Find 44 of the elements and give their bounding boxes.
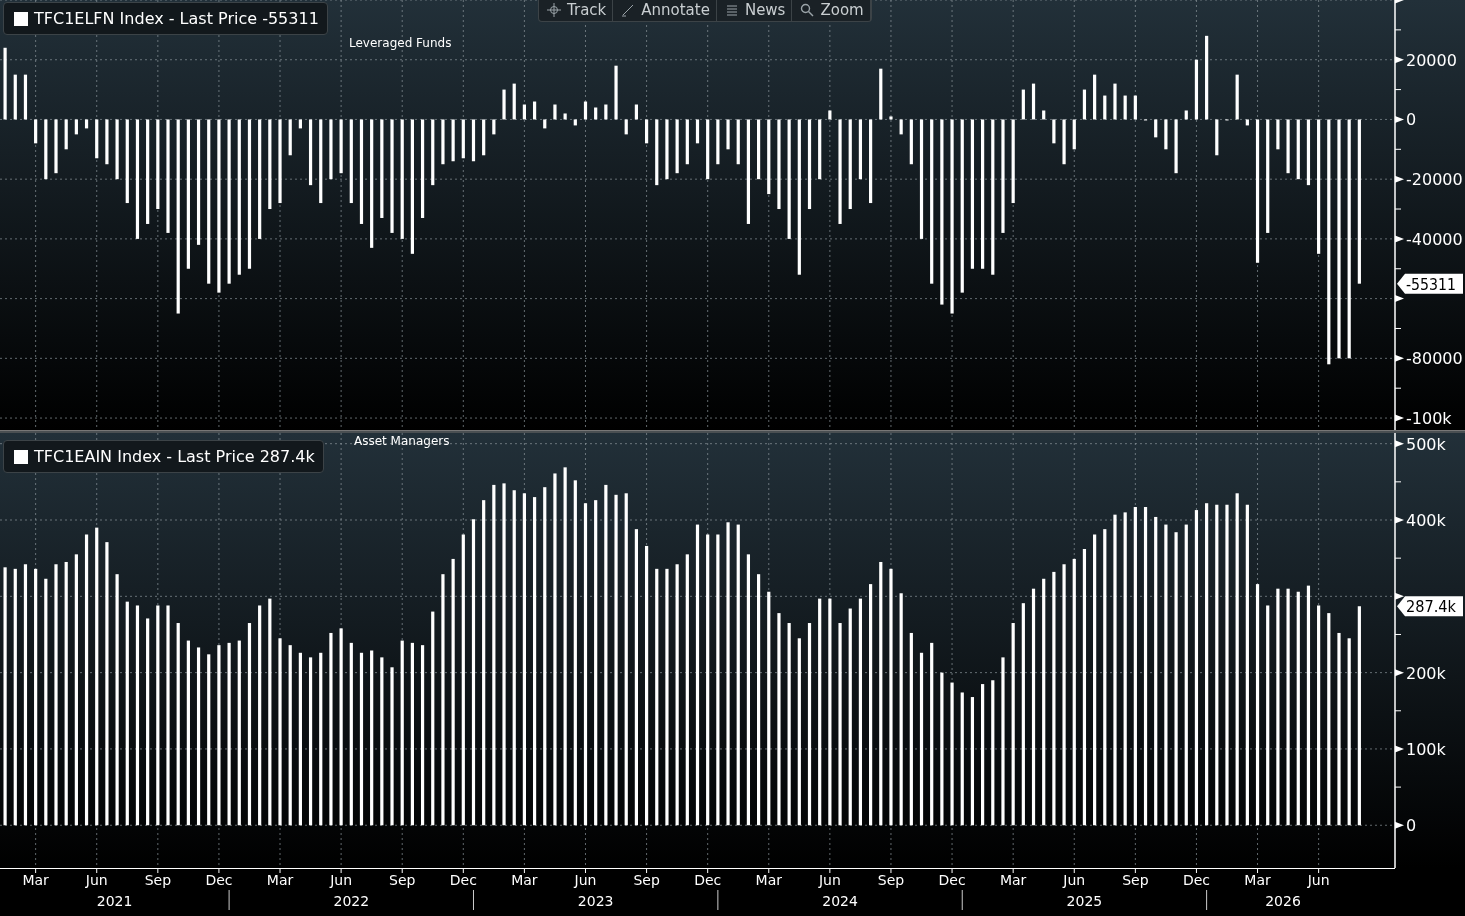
year-label: 2025 bbox=[1066, 893, 1103, 909]
axis-label: 400k bbox=[1406, 511, 1446, 530]
month-label: Mar bbox=[22, 872, 49, 888]
month-label: Jun bbox=[1307, 872, 1330, 888]
year-label: 2021 bbox=[96, 893, 133, 909]
month-label: Jun bbox=[1063, 872, 1086, 888]
month-label: Sep bbox=[144, 872, 171, 888]
month-label: Sep bbox=[877, 872, 905, 888]
legend-label: TFC1ELFN Index - Last Price -55311 bbox=[34, 9, 319, 28]
month-label: Mar bbox=[266, 872, 294, 888]
month-label: Dec bbox=[694, 872, 722, 888]
month-label: Jun bbox=[574, 872, 597, 888]
month-label: Jun bbox=[330, 872, 353, 888]
year-label: 2026 bbox=[1265, 893, 1301, 909]
axis-label: 100k bbox=[1406, 739, 1446, 759]
month-label: Jun bbox=[85, 872, 108, 888]
axis-label: 0 bbox=[1406, 816, 1417, 836]
month-label: Jun bbox=[818, 872, 841, 888]
month-label: Sep bbox=[1122, 872, 1149, 888]
year-label: 2022 bbox=[333, 893, 370, 909]
axis-label: -40000 bbox=[1406, 229, 1463, 249]
axis-label: 20000 bbox=[1406, 50, 1457, 70]
year-label: 2023 bbox=[577, 893, 614, 909]
last-price-tag: 287.4k bbox=[1397, 596, 1463, 617]
axis-label: 0 bbox=[1406, 110, 1417, 130]
axis-label: -100k bbox=[1406, 409, 1452, 429]
chart-subtitle: Leveraged Funds bbox=[349, 36, 452, 50]
month-label: Dec bbox=[449, 872, 477, 888]
year-label: 2024 bbox=[822, 893, 858, 909]
axis-label: -80000 bbox=[1406, 349, 1463, 369]
axis-label: 500k bbox=[1406, 434, 1446, 454]
month-label: Dec bbox=[1182, 872, 1210, 888]
month-label: Sep bbox=[633, 872, 660, 888]
month-label: Mar bbox=[511, 872, 538, 888]
month-label: Mar bbox=[1244, 872, 1271, 888]
month-label: Dec bbox=[205, 872, 233, 888]
axis-label: 200k bbox=[1406, 663, 1446, 683]
legend-label: TFC1EAIN Index - Last Price 287.4k bbox=[34, 447, 315, 466]
chart-subtitle: Asset Managers bbox=[354, 434, 450, 448]
month-label: Mar bbox=[999, 872, 1027, 888]
month-label: Sep bbox=[389, 872, 416, 888]
month-label: Dec bbox=[938, 872, 966, 888]
axis-label: -20000 bbox=[1406, 170, 1463, 190]
month-label: Mar bbox=[755, 872, 782, 888]
